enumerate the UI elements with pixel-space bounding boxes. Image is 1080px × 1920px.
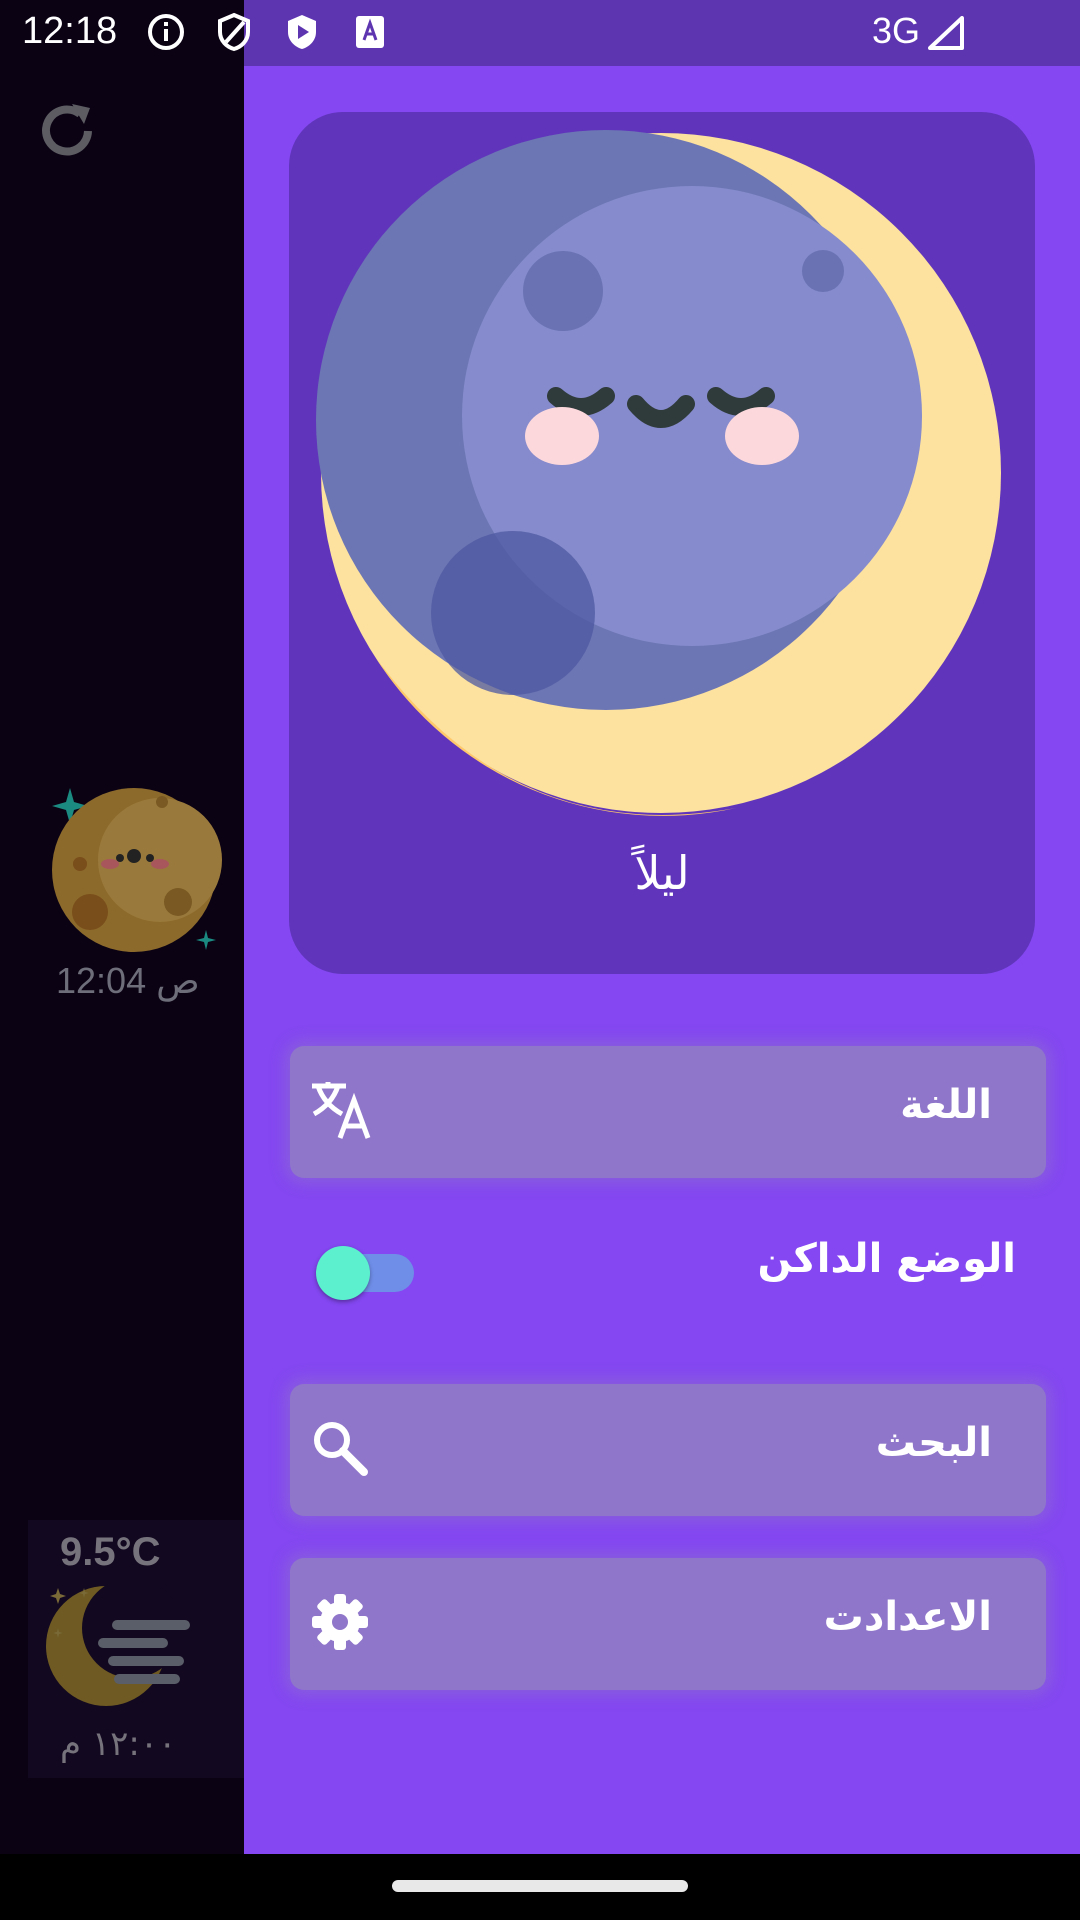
text-a-icon xyxy=(350,12,390,52)
dark-mode-toggle[interactable] xyxy=(312,1244,416,1300)
status-bar: 12:18 3G xyxy=(0,0,1080,66)
mini-time: 12:04 ص xyxy=(56,960,200,1001)
search-icon xyxy=(310,1418,370,1482)
mini-moon-icon xyxy=(50,780,230,964)
shield-icon xyxy=(214,12,254,52)
menu-item-label: البحث xyxy=(875,1420,992,1466)
refresh-icon[interactable] xyxy=(32,96,102,170)
menu-item-label: الاعدادت xyxy=(823,1594,992,1640)
menu-item-label: اللغة xyxy=(900,1082,992,1128)
gear-icon xyxy=(310,1592,370,1656)
play-shield-icon xyxy=(282,12,322,52)
menu-item-search[interactable]: البحث xyxy=(290,1384,1046,1516)
menu-item-label: الوضع الداكن xyxy=(757,1236,1016,1282)
translate-icon xyxy=(310,1080,376,1146)
weather-time: ١٢:٠٠ م xyxy=(60,1724,177,1764)
signal-icon xyxy=(928,16,964,54)
toggle-thumb xyxy=(316,1246,370,1300)
time-of-day-label: ليلاً xyxy=(634,846,690,900)
status-icons xyxy=(146,12,390,52)
status-time: 12:18 xyxy=(22,10,118,52)
moon-fog-icon xyxy=(44,1578,194,1714)
menu-item-language[interactable]: اللغة xyxy=(290,1046,1046,1178)
info-icon xyxy=(146,12,186,52)
menu-item-settings[interactable]: الاعدادت xyxy=(290,1558,1046,1690)
sleeping-moon-icon xyxy=(316,128,1006,822)
home-gesture-handle[interactable] xyxy=(392,1880,688,1892)
network-type: 3G xyxy=(871,10,920,51)
weather-temperature: 9.5°C xyxy=(60,1530,161,1574)
